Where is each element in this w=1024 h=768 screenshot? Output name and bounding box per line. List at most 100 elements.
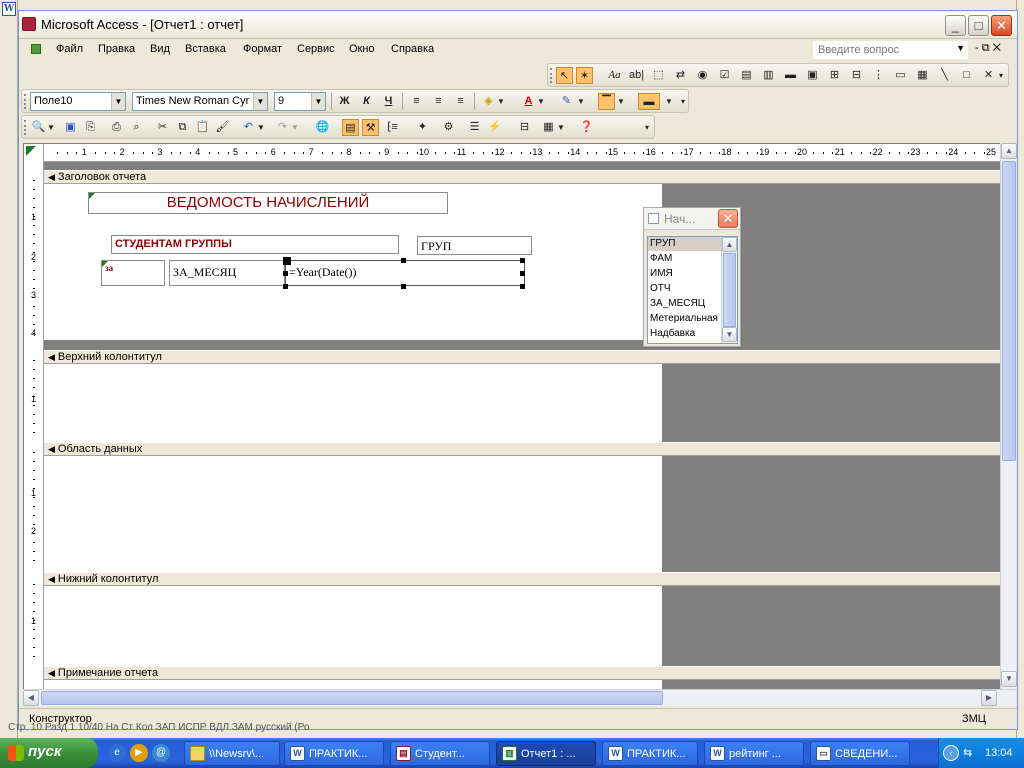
- list-box-tool-icon[interactable]: ▥: [760, 67, 777, 84]
- maximize-button[interactable]: □: [968, 15, 989, 36]
- horizontal-scrollbar[interactable]: ◀ ▶: [23, 689, 1016, 706]
- scroll-down-icon[interactable]: ▼: [1001, 671, 1017, 687]
- align-center-icon[interactable]: ≡: [430, 93, 447, 110]
- taskbar-item[interactable]: W ПРАКТИК...: [284, 741, 384, 766]
- bound-object-icon[interactable]: ⊟: [848, 67, 865, 84]
- resize-handle[interactable]: [283, 284, 288, 289]
- title-bar[interactable]: Microsoft Access - [Отчет1 : отчет] _ □ …: [19, 11, 1017, 39]
- italic-button[interactable]: К: [358, 93, 375, 110]
- menu-insert[interactable]: Вставка: [185, 43, 226, 55]
- group-field[interactable]: ГРУП: [417, 236, 532, 255]
- chevron-down-icon[interactable]: ▼: [290, 119, 300, 136]
- help-icon[interactable]: ❓: [578, 119, 595, 136]
- section-report-footer[interactable]: ◀ Примечание отчета: [44, 666, 1001, 680]
- properties-icon[interactable]: ☰: [466, 119, 483, 136]
- resize-handle[interactable]: [520, 284, 525, 289]
- file-search-icon[interactable]: ⎘: [82, 119, 99, 136]
- special-effect-icon[interactable]: ▬: [638, 93, 660, 110]
- vertical-scrollbar[interactable]: ▲ ▼: [1000, 143, 1017, 689]
- horizontal-scroll-thumb[interactable]: [41, 691, 663, 705]
- outlook-express-icon[interactable]: @: [152, 744, 170, 762]
- chevron-down-icon[interactable]: ▼: [576, 93, 586, 110]
- chevron-down-icon[interactable]: ▼: [496, 93, 506, 110]
- taskbar-item[interactable]: \\Newsrv\...: [184, 741, 280, 766]
- menu-view[interactable]: Вид: [150, 43, 170, 55]
- page-break-icon[interactable]: ⋮: [870, 67, 887, 84]
- chevron-down-icon[interactable]: ▼: [311, 93, 325, 110]
- scroll-left-icon[interactable]: ◀: [23, 690, 39, 706]
- command-button-icon[interactable]: ▬: [782, 67, 799, 84]
- combo-box-tool-icon[interactable]: ▤: [738, 67, 755, 84]
- access-app-icon[interactable]: [22, 17, 36, 31]
- field-item[interactable]: ИМЯ: [650, 268, 673, 279]
- fill-color-icon[interactable]: ◈: [480, 93, 497, 110]
- option-button-icon[interactable]: ◉: [694, 67, 711, 84]
- option-group-icon[interactable]: ⬚: [650, 67, 667, 84]
- taskbar-item[interactable]: W ПРАКТИК...: [602, 741, 698, 766]
- resize-handle[interactable]: [401, 284, 406, 289]
- subreport-icon[interactable]: ▦: [914, 67, 931, 84]
- save-icon[interactable]: ▣: [62, 119, 79, 136]
- font-size-combo[interactable]: 9 ▼: [274, 92, 326, 111]
- image-tool-icon[interactable]: ▣: [804, 67, 821, 84]
- toolbar-grip[interactable]: [24, 120, 27, 135]
- new-object-icon[interactable]: ▦: [540, 119, 557, 136]
- format-painter-icon[interactable]: 🖌: [214, 119, 231, 136]
- scroll-up-icon[interactable]: ▲: [1001, 143, 1017, 159]
- page-footer-area[interactable]: [44, 586, 662, 666]
- menu-help[interactable]: Справка: [391, 43, 434, 55]
- minimize-button[interactable]: _: [945, 15, 966, 36]
- label-tool-icon[interactable]: Aa: [606, 67, 623, 84]
- page-header-area[interactable]: [44, 364, 662, 442]
- field-item[interactable]: Метериальная: [650, 313, 718, 324]
- align-right-icon[interactable]: ≡: [452, 93, 469, 110]
- report-title-label[interactable]: ВЕДОМОСТЬ НАЧИСЛЕНИЙ: [88, 192, 448, 214]
- sorting-grouping-icon[interactable]: ⁅≡: [384, 119, 401, 136]
- move-handle[interactable]: [283, 257, 291, 265]
- print-preview-icon[interactable]: ⌕: [128, 119, 145, 136]
- year-expression-field[interactable]: =Year(Date()): [285, 260, 525, 286]
- field-list-scroll-thumb[interactable]: [723, 253, 736, 327]
- field-item[interactable]: ГРУП: [650, 238, 675, 249]
- media-player-icon[interactable]: ▶: [130, 744, 148, 762]
- toggle-button-icon[interactable]: ⇄: [672, 67, 689, 84]
- toolbar-options-icon[interactable]: ▾: [678, 93, 688, 110]
- menu-window[interactable]: Окно: [349, 43, 375, 55]
- tab-control-icon[interactable]: ▭: [892, 67, 909, 84]
- chevron-down-icon[interactable]: ▼: [46, 119, 56, 136]
- menu-format[interactable]: Формат: [243, 43, 282, 55]
- tray-collapse-icon[interactable]: ‹: [943, 745, 959, 761]
- resize-handle[interactable]: [520, 258, 525, 263]
- rectangle-tool-icon[interactable]: □: [958, 67, 975, 84]
- report-header-area[interactable]: ВЕДОМОСТЬ НАЧИСЛЕНИЙ СТУДЕНТАМ ГРУППЫ ГР…: [44, 184, 662, 340]
- report-selector[interactable]: [24, 144, 44, 162]
- menu-tools[interactable]: Сервис: [297, 43, 335, 55]
- bold-button[interactable]: Ж: [336, 93, 353, 110]
- chevron-down-icon[interactable]: ▼: [253, 93, 267, 110]
- field-list-icon[interactable]: ▤: [342, 119, 359, 136]
- vertical-scroll-thumb[interactable]: [1002, 161, 1016, 461]
- unbound-object-icon[interactable]: ⊞: [826, 67, 843, 84]
- object-combo[interactable]: Поле10 ▼: [30, 92, 126, 111]
- font-color-icon[interactable]: A: [520, 93, 537, 110]
- underline-button[interactable]: Ч: [380, 93, 397, 110]
- scroll-right-icon[interactable]: ▶: [981, 690, 997, 706]
- menu-edit[interactable]: Правка: [98, 43, 135, 55]
- field-item[interactable]: ФАМ: [650, 253, 672, 264]
- database-window-icon[interactable]: ⊟: [516, 119, 533, 136]
- mdi-window-controls[interactable]: - ⧉ ✕: [975, 42, 1001, 55]
- section-page-footer[interactable]: ◀ Нижний колонтитул: [44, 572, 1001, 586]
- internet-explorer-icon[interactable]: e: [108, 744, 126, 762]
- resize-handle[interactable]: [283, 271, 288, 276]
- chevron-down-icon[interactable]: ▼: [111, 93, 125, 110]
- line-color-icon[interactable]: ✎: [558, 93, 575, 110]
- detail-area[interactable]: [44, 456, 662, 572]
- field-item[interactable]: ЗА_МЕСЯЦ: [650, 298, 705, 309]
- field-item[interactable]: Надбавка: [650, 328, 695, 339]
- taskbar-item[interactable]: ▤ Студент...: [390, 741, 490, 766]
- taskbar-item[interactable]: ▭ СВЕДЕНИ...: [810, 741, 910, 766]
- chevron-down-icon[interactable]: ▼: [556, 119, 566, 136]
- paste-icon[interactable]: 📋: [194, 119, 211, 136]
- chevron-down-icon[interactable]: ▼: [536, 93, 546, 110]
- select-objects-icon[interactable]: ↖: [556, 67, 573, 84]
